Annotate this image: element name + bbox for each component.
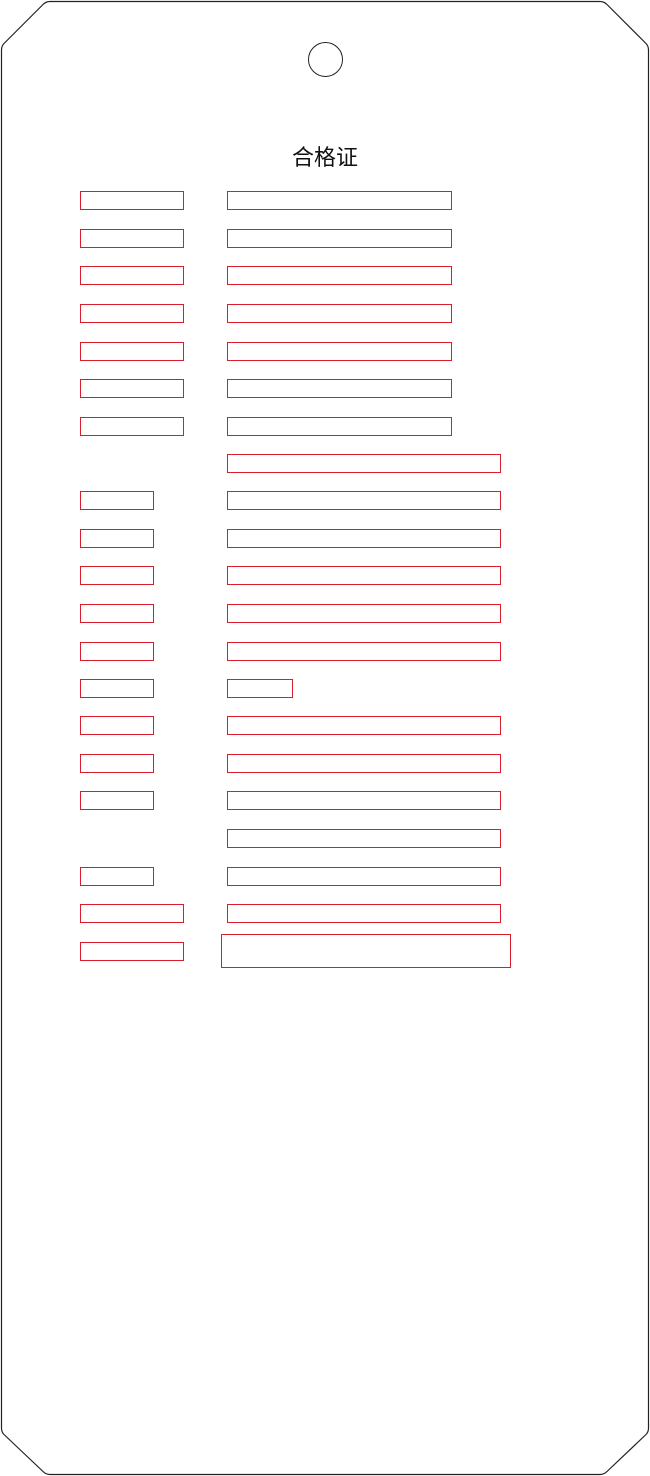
value-box-8[interactable]: [227, 454, 501, 473]
value-box-12[interactable]: [227, 604, 501, 623]
value-box-18[interactable]: [227, 829, 501, 848]
label-box-15: [80, 716, 154, 735]
label-box-17: [80, 791, 154, 810]
value-box-3[interactable]: [227, 266, 452, 285]
value-box-16[interactable]: [227, 754, 501, 773]
value-box-4[interactable]: [227, 304, 452, 323]
label-box-9: [80, 491, 154, 510]
tag-title: 合格证: [291, 146, 358, 171]
label-box-21: [80, 942, 184, 961]
value-box-6[interactable]: [227, 379, 452, 398]
value-box-9[interactable]: [227, 491, 501, 510]
label-box-10: [80, 529, 154, 548]
label-box-4: [80, 304, 184, 323]
value-box-19[interactable]: [227, 867, 501, 886]
label-box-20: [80, 904, 184, 923]
label-box-16: [80, 754, 154, 773]
value-box-14[interactable]: [227, 679, 293, 698]
value-box-20[interactable]: [227, 904, 501, 923]
value-box-17[interactable]: [227, 791, 501, 810]
value-box-11[interactable]: [227, 566, 501, 585]
label-box-7: [80, 417, 184, 436]
label-box-13: [80, 642, 154, 661]
label-box-11: [80, 566, 154, 585]
value-box-7[interactable]: [227, 417, 452, 436]
label-box-2: [80, 229, 184, 248]
label-box-5: [80, 342, 184, 361]
value-box-21[interactable]: [221, 934, 511, 968]
tag-outline: [0, 0, 650, 1476]
value-box-13[interactable]: [227, 642, 501, 661]
value-box-5[interactable]: [227, 342, 452, 361]
label-box-14: [80, 679, 154, 698]
label-box-19: [80, 867, 154, 886]
label-box-3: [80, 266, 184, 285]
label-box-1: [80, 191, 184, 210]
label-box-12: [80, 604, 154, 623]
value-box-1[interactable]: [227, 191, 452, 210]
value-box-2[interactable]: [227, 229, 452, 248]
label-box-6: [80, 379, 184, 398]
value-box-15[interactable]: [227, 716, 501, 735]
hang-hole: [308, 42, 343, 77]
value-box-10[interactable]: [227, 529, 501, 548]
